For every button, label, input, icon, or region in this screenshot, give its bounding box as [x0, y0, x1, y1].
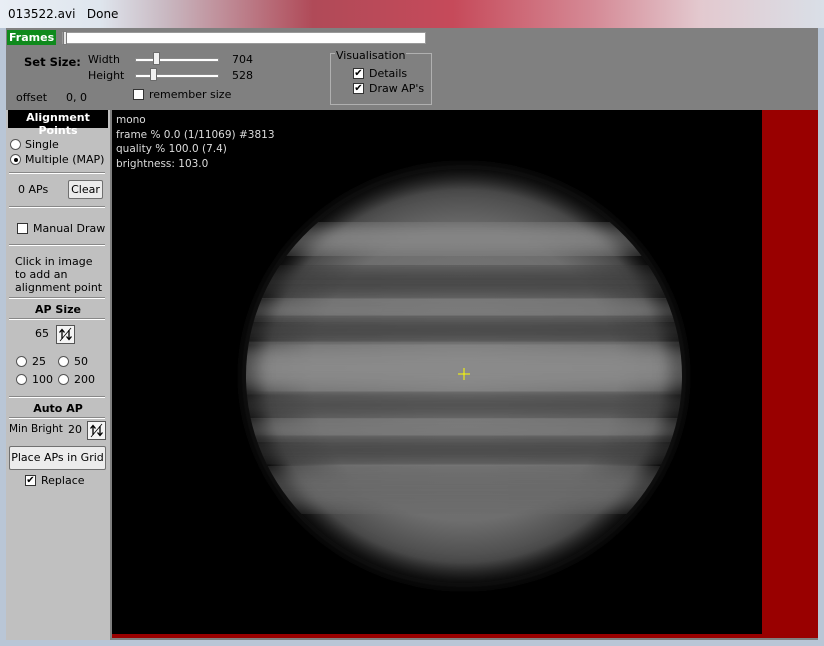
ap-size-option-50: 50	[74, 355, 88, 368]
details-checkbox[interactable]: ✔	[353, 68, 364, 79]
width-slider-thumb[interactable]	[153, 52, 160, 65]
spin-arrows-icon	[59, 327, 72, 342]
visualisation-title: Visualisation	[335, 49, 407, 62]
offset-label: offset	[16, 91, 48, 104]
window-title: 013522.avi Done	[8, 7, 119, 21]
red-bottom-strip	[112, 634, 762, 638]
details-label: Details	[369, 67, 408, 80]
alignment-points-title: Alignment Points	[26, 111, 90, 137]
ap-count: 0 APs	[18, 183, 49, 196]
frames-slider[interactable]	[62, 31, 426, 45]
separator	[9, 206, 105, 208]
overlay-frame: frame % 0.0 (1/11069) #3813	[116, 128, 275, 141]
manual-draw-label: Manual Draw	[33, 222, 106, 235]
planet-belt	[246, 318, 682, 342]
width-value: 704	[232, 53, 253, 66]
separator	[9, 297, 105, 299]
image-view[interactable]	[112, 110, 762, 638]
planet-belt	[246, 438, 682, 462]
check-icon: ✔	[354, 82, 363, 94]
width-label: Width	[88, 53, 120, 66]
ap-size-spinner[interactable]	[56, 325, 75, 344]
height-slider[interactable]	[135, 74, 219, 78]
replace-label: Replace	[41, 474, 85, 487]
spin-arrows-icon	[90, 423, 103, 438]
ap-size-option-100: 100	[32, 373, 53, 386]
separator	[9, 172, 105, 174]
single-radio[interactable]	[10, 139, 21, 150]
overlay-brightness: brightness: 103.0	[116, 157, 209, 170]
min-bright-label: Min Bright	[9, 423, 63, 435]
click-hint: Click in image to add an alignment point	[15, 255, 103, 294]
draw-aps-label: Draw AP's	[369, 82, 425, 95]
remember-size-checkbox[interactable]	[133, 89, 144, 100]
planet-image[interactable]	[112, 110, 762, 638]
planet-zone	[246, 346, 682, 390]
height-value: 528	[232, 69, 253, 82]
multiple-map-radio[interactable]	[10, 154, 21, 165]
overlay-quality: quality % 100.0 (7.4)	[116, 143, 227, 155]
min-bright-spinner[interactable]	[87, 421, 106, 440]
multiple-map-label: Multiple (MAP)	[25, 153, 105, 166]
planet-belt	[246, 394, 682, 416]
frames-slider-thumb[interactable]	[63, 31, 67, 45]
red-side-panel	[762, 110, 818, 638]
min-bright-value: 20	[68, 423, 82, 436]
offset-value: 0, 0	[66, 91, 87, 104]
planet-zone	[246, 300, 682, 320]
place-aps-in-grid-button[interactable]: Place APs in Grid	[9, 446, 106, 470]
draw-aps-checkbox[interactable]: ✔	[353, 83, 364, 94]
set-size-label: Set Size:	[24, 55, 81, 69]
ap-size-radio-200[interactable]	[58, 374, 69, 385]
separator	[9, 396, 105, 398]
ap-size-value: 65	[35, 327, 49, 340]
manual-draw-checkbox[interactable]	[17, 223, 28, 234]
frame-info-overlay: mono frame % 0.0 (1/11069) #3813 quality…	[116, 113, 275, 171]
single-label: Single	[25, 138, 59, 151]
check-icon: ✔	[26, 474, 35, 486]
height-label: Height	[88, 69, 125, 82]
separator	[9, 244, 105, 246]
ap-size-radio-50[interactable]	[58, 356, 69, 367]
ap-size-option-200: 200	[74, 373, 95, 386]
ap-size-title: AP Size	[35, 303, 81, 316]
remember-size-label: remember size	[149, 88, 232, 101]
clear-button[interactable]: Clear	[68, 180, 103, 199]
replace-checkbox[interactable]: ✔	[25, 475, 36, 486]
title-bar	[0, 0, 824, 28]
width-slider[interactable]	[135, 58, 219, 62]
check-icon: ✔	[354, 67, 363, 79]
height-slider-thumb[interactable]	[150, 68, 157, 81]
ap-size-radio-25[interactable]	[16, 356, 27, 367]
frames-button[interactable]: Frames	[7, 30, 56, 45]
overlay-mode: mono	[116, 114, 146, 126]
ap-size-radio-100[interactable]	[16, 374, 27, 385]
auto-ap-title: Auto AP	[33, 402, 83, 415]
planet-belt	[246, 268, 682, 296]
planet-zone	[246, 420, 682, 440]
separator	[9, 417, 105, 419]
ap-size-option-25: 25	[32, 355, 46, 368]
separator	[9, 318, 105, 320]
